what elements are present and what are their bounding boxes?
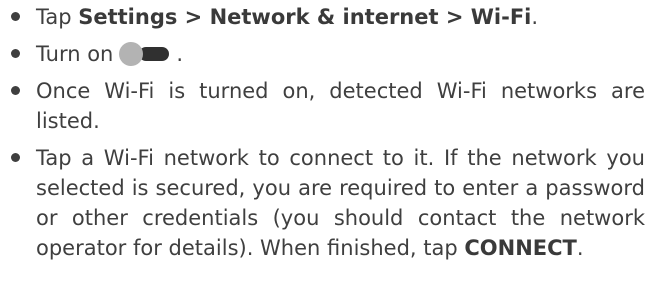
step-3-text: Once Wi-Fi is turned on, detected Wi-Fi … <box>36 79 645 133</box>
bullet-icon <box>11 86 20 95</box>
document-page: Tap Settings > Network & internet > Wi-F… <box>0 0 651 308</box>
toggle-track <box>139 47 170 61</box>
step-2-prefix: Turn on <box>36 42 114 66</box>
step-4-suffix: . <box>576 236 584 260</box>
list-item-networks-listed: Once Wi-Fi is turned on, detected Wi-Fi … <box>0 76 651 136</box>
step-1-prefix: Tap <box>36 5 79 29</box>
instruction-list: Tap Settings > Network & internet > Wi-F… <box>0 2 651 263</box>
list-item-connect-network: Tap a Wi-Fi network to connect to it. If… <box>0 143 651 263</box>
list-item-turn-on: Turn on. <box>0 39 651 69</box>
toggle-switch-icon <box>119 42 176 66</box>
toggle-knob <box>119 42 144 66</box>
step-1-suffix: . <box>531 5 539 29</box>
bullet-icon <box>11 49 20 58</box>
connect-label: CONNECT <box>464 236 577 260</box>
settings-path: Settings > Network & internet > Wi-Fi <box>78 5 532 29</box>
step-2-suffix: . <box>176 42 184 66</box>
bullet-icon <box>11 153 20 162</box>
bullet-icon <box>11 12 20 21</box>
list-item-open-wifi-settings: Tap Settings > Network & internet > Wi-F… <box>0 2 651 32</box>
